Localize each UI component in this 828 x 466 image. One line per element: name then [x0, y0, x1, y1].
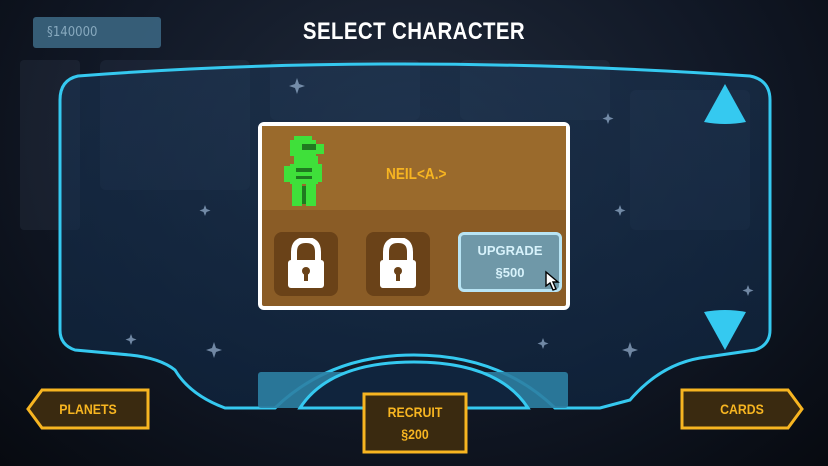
- recruit-label: RECRUIT: [387, 404, 443, 420]
- locked-slot[interactable]: [366, 232, 430, 296]
- game-screen: §140000 SELECT CHARACTER NEIL<A.> UPGRAD…: [0, 0, 828, 466]
- cards-label: CARDS: [720, 401, 764, 417]
- cards-button[interactable]: CARDS: [680, 388, 804, 430]
- upgrade-label: UPGRADE: [477, 243, 543, 258]
- character-name: NEIL<A.>: [386, 166, 447, 183]
- padlock-icon: [288, 238, 324, 288]
- recruit-button[interactable]: RECRUIT §200: [362, 392, 468, 454]
- arrow-down-icon[interactable]: [702, 308, 748, 354]
- planets-label: PLANETS: [59, 401, 117, 417]
- arrow-up-icon[interactable]: [702, 80, 748, 126]
- pointer-cursor-icon: [545, 270, 560, 291]
- recruit-price: §200: [401, 426, 429, 442]
- planets-button[interactable]: PLANETS: [26, 388, 150, 430]
- page-title: SELECT CHARACTER: [302, 18, 526, 45]
- padlock-icon: [380, 238, 416, 288]
- green-astronaut-sprite: [284, 136, 324, 206]
- locked-slot[interactable]: [274, 232, 338, 296]
- character-card[interactable]: NEIL<A.> UPGRADE §500: [258, 122, 570, 310]
